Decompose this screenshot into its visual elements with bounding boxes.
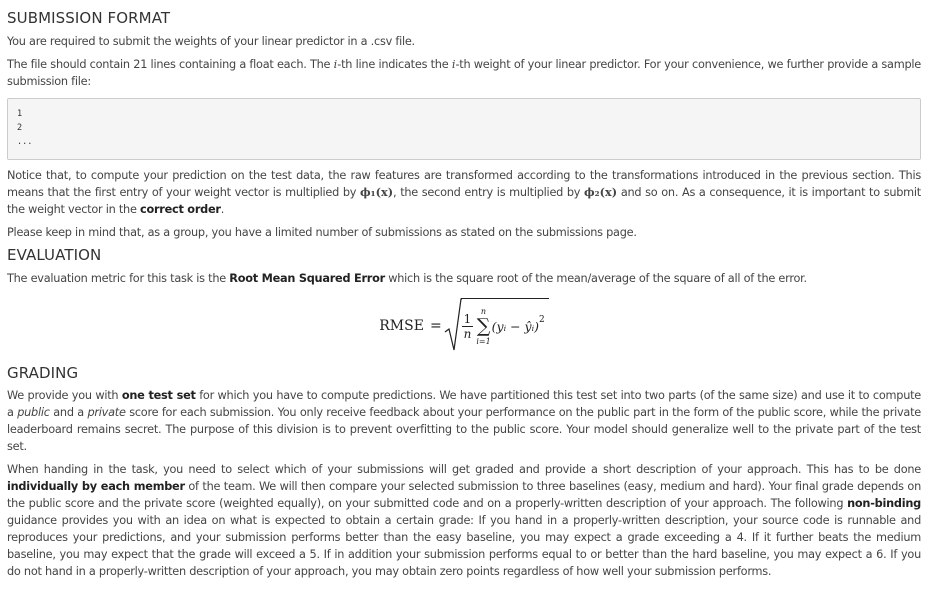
grading-handin-text: When handing in the task, you need to se… — [7, 463, 921, 578]
code-line: 1 — [17, 109, 23, 119]
fraction-one-over-n: 1 n — [461, 311, 474, 341]
code-line: 2 — [17, 123, 23, 133]
page: SUBMISSION FORMAT You are required to su… — [0, 8, 928, 580]
rmse-formula: RMSE = 1 n n ∑ i=1 (yᵢ − ŷᵢ) 2 — [7, 295, 921, 357]
formula-lhs: RMSE — [379, 317, 424, 334]
summation: n ∑ i=1 — [476, 306, 490, 347]
submission-file-description: The file should contain 21 lines contain… — [7, 58, 921, 88]
summand: (yᵢ − ŷᵢ) — [491, 318, 539, 334]
submission-format-heading: SUBMISSION FORMAT — [7, 9, 171, 27]
formula-equals: = — [429, 317, 442, 334]
phi1-expression: ϕ₁(x) — [360, 185, 394, 199]
sample-submission-code-block: 1 2 ... — [7, 98, 921, 160]
grading-heading: GRADING — [7, 364, 79, 382]
sum-lower-limit: i=1 — [476, 336, 491, 346]
fraction-denominator: n — [463, 326, 472, 341]
phi2-expression: ϕ₂(x) — [584, 185, 618, 199]
submission-limit-note: Please keep in mind that, as a group, yo… — [7, 226, 637, 239]
sqrt-radical-icon — [444, 298, 462, 351]
summand-exponent: 2 — [539, 315, 545, 325]
code-line: ... — [17, 137, 33, 147]
grading-test-set-text: We provide you with one test set for whi… — [7, 389, 921, 453]
submission-intro: You are required to submit the weights o… — [7, 35, 415, 48]
evaluation-metric-text: The evaluation metric for this task is t… — [7, 272, 807, 285]
evaluation-heading: EVALUATION — [7, 246, 102, 264]
sum-sigma-icon: ∑ — [476, 314, 491, 337]
fraction-numerator: 1 — [461, 311, 474, 327]
transformation-notice: Notice that, to compute your prediction … — [7, 169, 921, 216]
sqrt-sign: 1 n n ∑ i=1 (yᵢ − ŷᵢ) 2 — [444, 298, 549, 354]
